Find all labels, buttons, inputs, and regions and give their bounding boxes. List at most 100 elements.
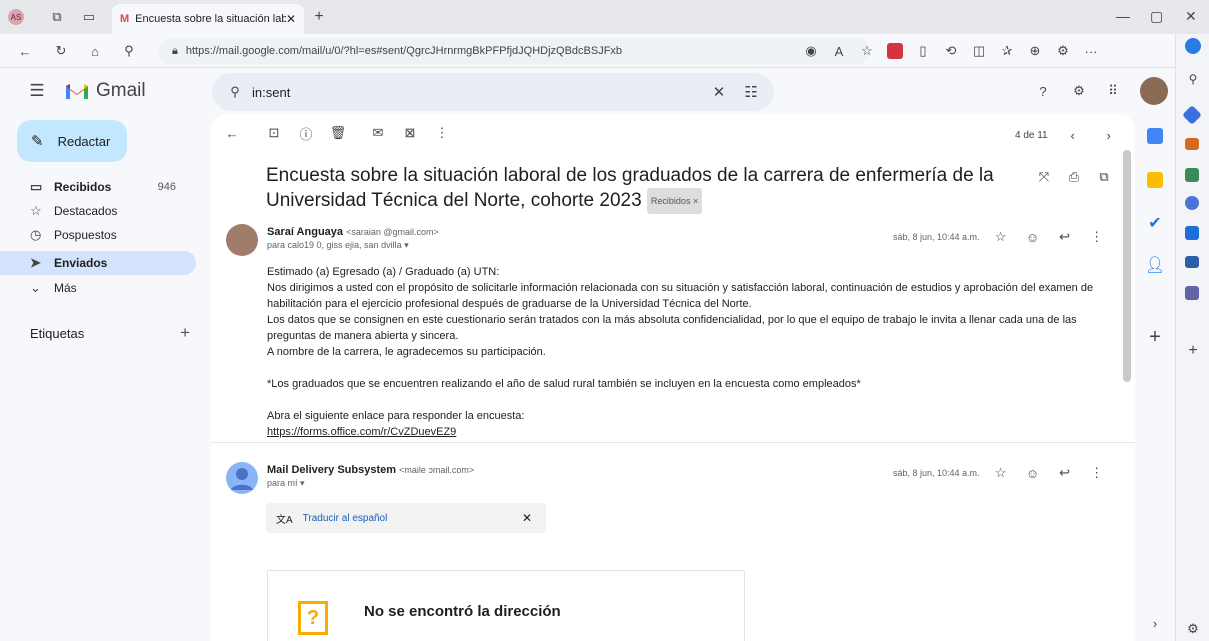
close-tab-icon[interactable]: ✕ xyxy=(286,12,296,26)
tools-icon[interactable] xyxy=(1185,138,1199,150)
browser-tab[interactable]: M Encuesta sobre la situación labor ✕ xyxy=(112,4,304,34)
print-icon[interactable]: ⎙ xyxy=(1063,166,1085,188)
message-divider xyxy=(211,442,1135,443)
new-tab-icon[interactable]: + xyxy=(308,6,330,28)
tasks-icon[interactable]: ✔ xyxy=(1144,212,1166,234)
delete-icon[interactable]: 🗑︎ xyxy=(327,122,349,144)
collapse-icon[interactable]: ⤧ xyxy=(1033,166,1055,188)
sidebar-search-icon[interactable]: ⚲ xyxy=(1182,68,1204,90)
add-label-icon[interactable]: + xyxy=(180,323,190,343)
search-input[interactable]: in:sent xyxy=(252,85,290,100)
teams-icon[interactable] xyxy=(1185,286,1199,300)
compose-button[interactable]: ✎ Redactar xyxy=(17,120,127,162)
nav-item-sent[interactable]: ➤ Enviados xyxy=(0,251,196,275)
workspaces-icon[interactable]: ⧉ xyxy=(46,6,68,28)
nav-item-inbox[interactable]: ▭ Recibidos 946 xyxy=(0,175,196,199)
url-field[interactable]: 🔒︎ https://mail.google.com/mail/u/0/?hl=… xyxy=(158,38,870,64)
nav-item-starred[interactable]: ☆ Destacados xyxy=(0,199,196,223)
older-icon[interactable]: › xyxy=(1098,124,1120,146)
move-to-icon[interactable]: ⊠ xyxy=(399,122,421,144)
office-icon[interactable] xyxy=(1185,196,1199,210)
favorites-icon[interactable]: ✰ xyxy=(996,40,1018,62)
maximize-icon[interactable]: ▢ xyxy=(1150,8,1163,25)
back-to-list-icon[interactable]: ← xyxy=(221,122,243,144)
shopping-icon[interactable] xyxy=(1182,105,1202,125)
get-addons-icon[interactable]: + xyxy=(1144,326,1166,348)
drop-icon[interactable] xyxy=(1185,256,1199,268)
scrollbar-thumb[interactable] xyxy=(1123,150,1131,382)
add-sidebar-app-icon[interactable]: + xyxy=(1182,340,1204,362)
label-chip[interactable]: Recibidos × xyxy=(646,188,703,214)
message-more-icon[interactable]: ⋮ xyxy=(1086,226,1108,248)
survey-link[interactable]: https://forms.office.com/r/CvZDuevEZ9 xyxy=(267,424,1117,440)
split-screen-icon[interactable]: ◫ xyxy=(968,40,990,62)
recipients[interactable]: para calo19 0, giss ejia, san dvilla ▾ xyxy=(267,240,439,251)
contacts-icon[interactable]: 👤︎ xyxy=(1144,254,1166,276)
sender-name[interactable]: Mail Delivery Subsystem xyxy=(267,464,396,476)
translate-link[interactable]: Traducir al español xyxy=(303,513,388,524)
message-date: sáb, 8 jun, 10:44 a.m. xyxy=(893,232,980,242)
pagination-text: 4 de 11 xyxy=(1015,129,1048,141)
sender-avatar[interactable] xyxy=(226,224,258,256)
main-menu-icon[interactable]: ☰ xyxy=(26,80,48,102)
favorite-star-icon[interactable]: ☆ xyxy=(856,40,878,62)
minimize-icon[interactable]: — xyxy=(1116,8,1130,24)
nav-item-snoozed[interactable]: ◷ Pospuestos xyxy=(0,223,196,247)
calendar-icon[interactable] xyxy=(1147,128,1163,144)
tracking-icon[interactable]: ◉ xyxy=(800,40,822,62)
message-more-icon[interactable]: ⋮ xyxy=(1086,462,1108,484)
sidebar-settings-icon[interactable]: ⚙ xyxy=(1182,618,1204,640)
read-aloud-icon[interactable]: A xyxy=(828,40,850,62)
profile-avatar[interactable]: AS xyxy=(8,9,24,25)
open-new-window-icon[interactable]: ⧉ xyxy=(1093,166,1115,188)
home-icon[interactable]: ⌂ xyxy=(84,40,106,62)
close-window-icon[interactable]: ✕ xyxy=(1185,8,1197,25)
body-line: Nos dirigimos a usted con el propósito d… xyxy=(267,282,1094,310)
search-icon[interactable]: ⚲ xyxy=(224,81,246,103)
more-menu-icon[interactable]: ··· xyxy=(1080,40,1102,62)
clear-search-icon[interactable]: ✕ xyxy=(708,81,730,103)
emoji-react-icon[interactable]: ☺ xyxy=(1022,226,1044,248)
report-spam-icon[interactable]: ⓘ xyxy=(295,122,317,144)
reload-icon[interactable]: ↻ xyxy=(50,40,72,62)
star-message-icon[interactable]: ☆ xyxy=(990,462,1012,484)
outlook-icon[interactable] xyxy=(1185,226,1199,240)
search-icon[interactable]: ⚲ xyxy=(118,40,140,62)
copilot-settings-icon[interactable]: ⚙ xyxy=(1052,40,1074,62)
keep-icon[interactable] xyxy=(1147,172,1163,188)
show-side-panel-icon[interactable]: › xyxy=(1144,612,1166,634)
apps-icon[interactable]: ⠿ xyxy=(1102,80,1124,102)
sender-name[interactable]: Saraí Anguaya xyxy=(267,226,343,238)
labels-heading: Etiquetas + xyxy=(30,323,190,343)
sender-email: <saraian @gmail.com> xyxy=(346,227,439,237)
reply-icon[interactable]: ↩ xyxy=(1054,462,1076,484)
reply-icon[interactable]: ↩ xyxy=(1054,226,1076,248)
search-options-icon[interactable]: ☷ xyxy=(740,81,762,103)
extension-icon[interactable] xyxy=(884,40,906,62)
collections-icon[interactable]: ⊕ xyxy=(1024,40,1046,62)
mark-unread-icon[interactable]: ✉ xyxy=(367,122,389,144)
emoji-react-icon[interactable]: ☺ xyxy=(1022,462,1044,484)
search-bar[interactable]: ⚲ in:sent ✕ ☷ xyxy=(212,73,774,111)
reader-icon[interactable]: ▯ xyxy=(912,40,934,62)
extensions-icon[interactable]: ⟲ xyxy=(940,40,962,62)
archive-icon[interactable]: ⊡ xyxy=(263,122,285,144)
newer-icon[interactable]: ‹ xyxy=(1062,124,1084,146)
sender-avatar[interactable] xyxy=(226,462,258,494)
gmail-header: ☰ Gmail ⚲ in:sent ✕ ☷ ? ⚙ ⠿ xyxy=(0,68,1168,114)
settings-icon[interactable]: ⚙ xyxy=(1068,80,1090,102)
star-message-icon[interactable]: ☆ xyxy=(990,226,1012,248)
more-actions-icon[interactable]: ⋮ xyxy=(431,122,453,144)
recipients[interactable]: para mí ▾ xyxy=(267,478,474,489)
nav-item-more[interactable]: ⌄ Más xyxy=(0,276,196,300)
games-icon[interactable] xyxy=(1185,168,1199,182)
warning-question-icon: ? xyxy=(298,601,328,635)
help-icon[interactable]: ? xyxy=(1032,80,1054,102)
back-icon[interactable]: ← xyxy=(14,40,36,62)
gmail-logo[interactable]: Gmail xyxy=(64,80,146,102)
tab-actions-icon[interactable]: ▭ xyxy=(78,6,100,28)
close-translate-icon[interactable]: ✕ xyxy=(522,511,532,525)
account-avatar[interactable] xyxy=(1140,77,1168,105)
copilot-icon[interactable] xyxy=(1185,38,1201,54)
